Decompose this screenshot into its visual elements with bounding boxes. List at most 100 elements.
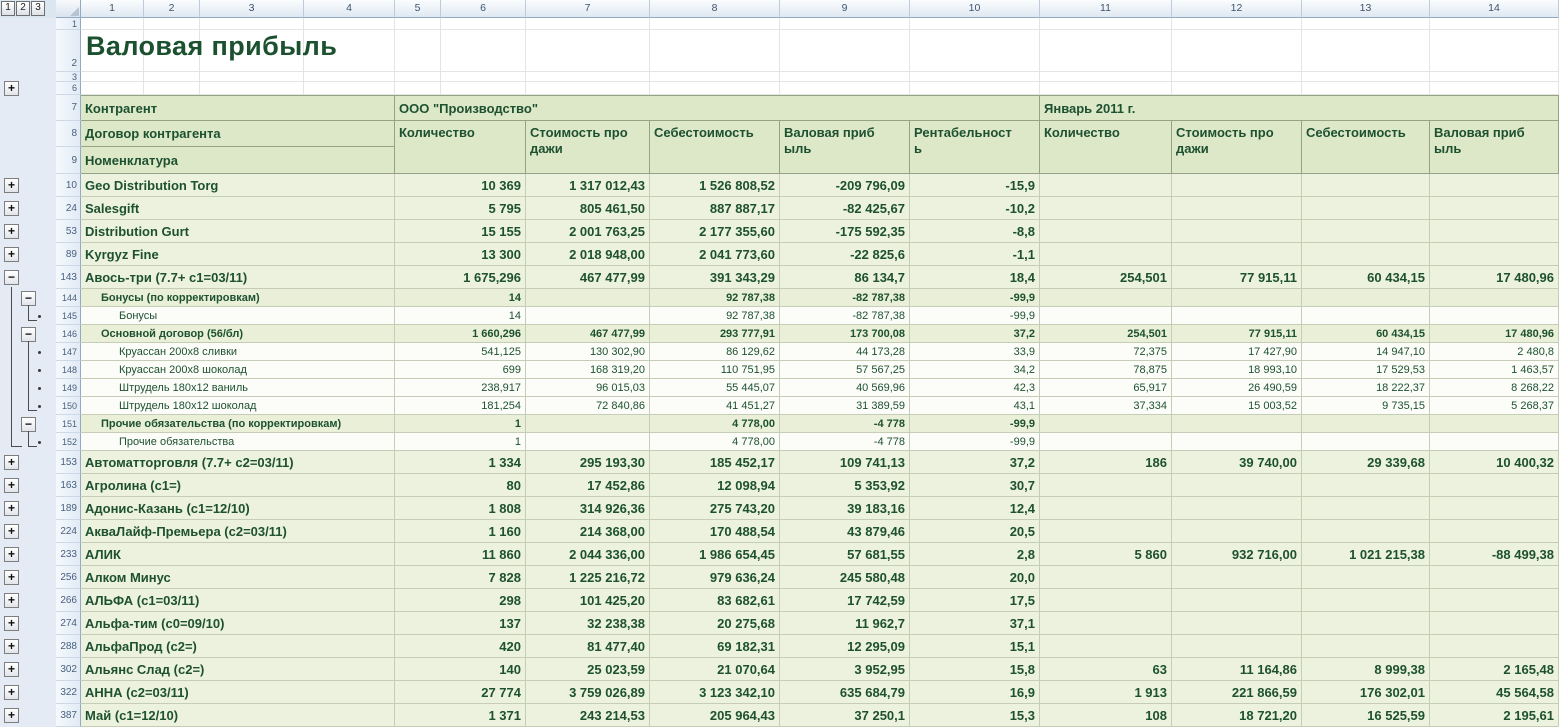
cell-margin[interactable]: 37,2	[910, 325, 1040, 343]
row-header-150[interactable]: 150	[56, 397, 81, 415]
cell-sale-cost[interactable]: 32 238,38	[526, 612, 650, 635]
cell-gross-profit[interactable]: 17 742,59	[780, 589, 910, 612]
cell-jan-gross-profit[interactable]: 8 268,22	[1430, 379, 1559, 397]
empty-cell[interactable]	[200, 82, 304, 95]
cell-sale-cost[interactable]: 243 214,53	[526, 704, 650, 727]
empty-cell[interactable]	[1430, 82, 1559, 95]
cell-jan-gross-profit[interactable]	[1430, 307, 1559, 325]
empty-cell[interactable]	[1302, 30, 1430, 72]
row-header-148[interactable]: 148	[56, 361, 81, 379]
cell-sale-cost[interactable]: 214 368,00	[526, 520, 650, 543]
collapse-group-button[interactable]: −	[4, 270, 19, 285]
collapse-group-button[interactable]: −	[21, 291, 36, 306]
row-header-1[interactable]: 1	[56, 18, 81, 30]
cell-jan-qty[interactable]	[1040, 520, 1172, 543]
empty-cell[interactable]	[780, 18, 910, 30]
cell-name[interactable]: Kyrgyz Fine	[81, 243, 395, 266]
collapse-group-button[interactable]: −	[21, 327, 36, 342]
cell-jan-cogs[interactable]	[1302, 520, 1430, 543]
cell-cogs[interactable]: 275 743,20	[650, 497, 780, 520]
empty-cell[interactable]	[1040, 82, 1172, 95]
cell-jan-gross-profit[interactable]: 17 480,96	[1430, 266, 1559, 289]
cell-qty[interactable]: 1 675,296	[395, 266, 526, 289]
cell-sale-cost[interactable]: 1 225 216,72	[526, 566, 650, 589]
cell-jan-cogs[interactable]: 60 434,15	[1302, 266, 1430, 289]
cell-jan-cogs[interactable]: 14 947,10	[1302, 343, 1430, 361]
empty-cell[interactable]	[441, 18, 526, 30]
cell-jan-cogs[interactable]: 60 434,15	[1302, 325, 1430, 343]
empty-cell[interactable]	[441, 82, 526, 95]
cell-jan-cogs[interactable]: 176 302,01	[1302, 681, 1430, 704]
cell-qty[interactable]: 1	[395, 433, 526, 451]
cell-name[interactable]: Авось-три (7.7+ с1=03/11)	[81, 266, 395, 289]
cell-jan-gross-profit[interactable]	[1430, 220, 1559, 243]
cell-name[interactable]: Бонусы (по корректировкам)	[81, 289, 395, 307]
empty-cell[interactable]	[650, 82, 780, 95]
cell-gross-profit[interactable]: 43 879,46	[780, 520, 910, 543]
empty-cell[interactable]	[1302, 72, 1430, 82]
period-group-header-cell[interactable]: Январь 2011 г.	[1040, 95, 1559, 121]
cell-qty[interactable]: 14	[395, 307, 526, 325]
cell-jan-sale-cost[interactable]	[1172, 520, 1302, 543]
column-header-7[interactable]: 7	[526, 0, 650, 18]
cell-margin[interactable]: -15,9	[910, 174, 1040, 197]
cell-qty[interactable]: 420	[395, 635, 526, 658]
measure-header-cell[interactable]: Стоимость продажи	[526, 121, 650, 174]
cell-jan-qty[interactable]: 37,334	[1040, 397, 1172, 415]
cell-cogs[interactable]: 293 777,91	[650, 325, 780, 343]
cell-jan-cogs[interactable]	[1302, 220, 1430, 243]
column-header-2[interactable]: 2	[144, 0, 200, 18]
cell-jan-sale-cost[interactable]	[1172, 612, 1302, 635]
expand-group-button[interactable]: +	[4, 247, 19, 262]
row-header-274[interactable]: 274	[56, 612, 81, 635]
cell-qty[interactable]: 181,254	[395, 397, 526, 415]
cell-jan-gross-profit[interactable]	[1430, 474, 1559, 497]
cell-name[interactable]: Основной договор (56/бл)	[81, 325, 395, 343]
cell-jan-cogs[interactable]	[1302, 566, 1430, 589]
empty-cell[interactable]	[441, 72, 526, 82]
measure-header-cell[interactable]: Стоимость продажи	[1172, 121, 1302, 174]
expand-group-button[interactable]: +	[4, 685, 19, 700]
cell-jan-cogs[interactable]	[1302, 289, 1430, 307]
measure-header-cell[interactable]: Валовая прибыль	[1430, 121, 1559, 174]
cell-jan-qty[interactable]: 63	[1040, 658, 1172, 681]
cell-jan-qty[interactable]	[1040, 566, 1172, 589]
cell-name[interactable]: Geo Distribution Torg	[81, 174, 395, 197]
cell-sale-cost[interactable]: 1 317 012,43	[526, 174, 650, 197]
cell-gross-profit[interactable]: 57 567,25	[780, 361, 910, 379]
empty-cell[interactable]	[200, 72, 304, 82]
cell-qty[interactable]: 7 828	[395, 566, 526, 589]
cell-name[interactable]: Прочие обязательства (по корректировкам)	[81, 415, 395, 433]
cell-margin[interactable]: 43,1	[910, 397, 1040, 415]
cell-gross-profit[interactable]: -82 787,38	[780, 307, 910, 325]
cell-jan-cogs[interactable]: 9 735,15	[1302, 397, 1430, 415]
cell-jan-cogs[interactable]: 16 525,59	[1302, 704, 1430, 727]
cell-jan-qty[interactable]: 1 913	[1040, 681, 1172, 704]
cell-cogs[interactable]: 391 343,29	[650, 266, 780, 289]
cell-jan-cogs[interactable]	[1302, 497, 1430, 520]
cell-jan-qty[interactable]	[1040, 433, 1172, 451]
cell-margin[interactable]: -99,9	[910, 289, 1040, 307]
cell-jan-qty[interactable]	[1040, 197, 1172, 220]
cell-sale-cost[interactable]: 805 461,50	[526, 197, 650, 220]
measure-header-cell[interactable]: Себестоимость	[1302, 121, 1430, 174]
column-header-8[interactable]: 8	[650, 0, 780, 18]
cell-jan-cogs[interactable]: 17 529,53	[1302, 361, 1430, 379]
cell-cogs[interactable]: 92 787,38	[650, 289, 780, 307]
cell-qty[interactable]: 1 660,296	[395, 325, 526, 343]
cell-jan-cogs[interactable]	[1302, 635, 1430, 658]
cell-sale-cost[interactable]: 25 023,59	[526, 658, 650, 681]
cell-gross-profit[interactable]: 11 962,7	[780, 612, 910, 635]
cell-sale-cost[interactable]	[526, 415, 650, 433]
cell-jan-sale-cost[interactable]: 18 721,20	[1172, 704, 1302, 727]
cell-gross-profit[interactable]: -209 796,09	[780, 174, 910, 197]
cell-cogs[interactable]: 12 098,94	[650, 474, 780, 497]
cell-jan-cogs[interactable]	[1302, 433, 1430, 451]
expand-group-button[interactable]: +	[4, 662, 19, 677]
cell-qty[interactable]: 298	[395, 589, 526, 612]
empty-cell[interactable]	[910, 30, 1040, 72]
expand-group-button[interactable]: +	[4, 224, 19, 239]
cell-jan-qty[interactable]: 254,501	[1040, 266, 1172, 289]
cell-cogs[interactable]: 92 787,38	[650, 307, 780, 325]
cell-jan-sale-cost[interactable]: 221 866,59	[1172, 681, 1302, 704]
